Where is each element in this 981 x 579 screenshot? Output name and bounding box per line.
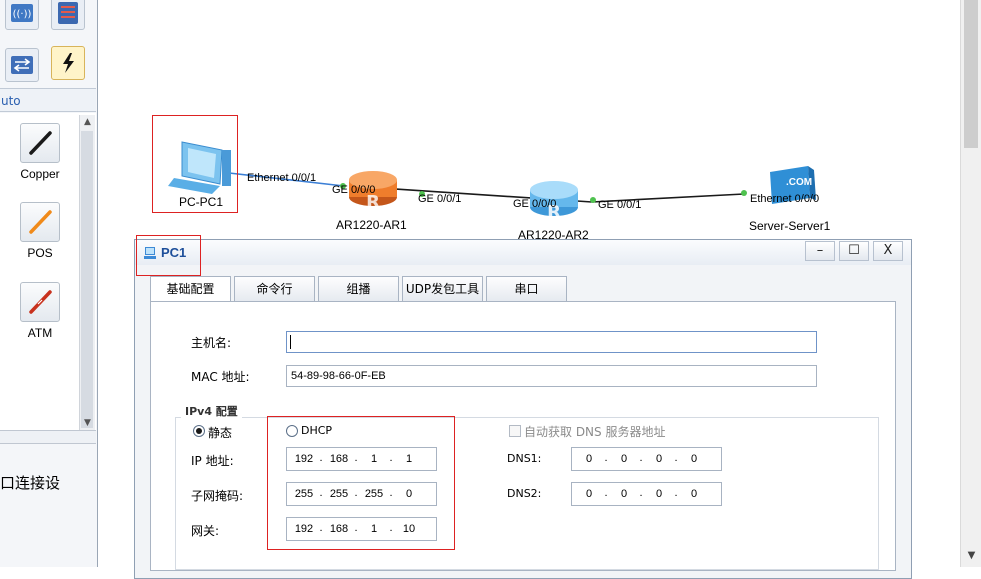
ip-octet: 0 [585,488,593,500]
ipv4-legend: IPv4 配置 [181,403,242,419]
hostname-input[interactable] [286,331,817,353]
ip-dot: . [604,452,608,464]
minimize-button[interactable]: – [805,241,835,261]
cable-label: Copper [20,167,60,181]
scroll-thumb[interactable] [81,131,93,428]
pc1-config-dialog: PC1 – ☐ X 基础配置 命令行 组播 UDP发包工具 串口 主机名: MA… [134,235,912,579]
switch-icon [11,56,33,74]
atm-cable-icon [20,282,60,322]
basic-config-panel: 主机名: MAC 地址: 54-89-98-66-0F-EB IPv4 配置 静… [150,301,896,571]
scroll-down-icon[interactable]: ▼ [80,416,95,430]
auto-dns-checkbox[interactable] [509,425,521,437]
switch-device-button[interactable] [5,48,39,82]
ip-octet: 0 [655,453,663,465]
static-radio[interactable] [193,425,205,437]
ip-octet: 0 [620,488,628,500]
port-label: GE 0/0/1 [418,193,462,205]
ip-dot: . [639,487,643,499]
ip-dot: . [674,487,678,499]
ip-octet: 0 [655,488,663,500]
cable-copper[interactable]: Copper [4,123,76,181]
close-button[interactable]: X [873,241,903,261]
cable-pos[interactable]: POS [4,202,76,260]
scroll-down-icon[interactable]: ▼ [961,550,981,561]
ip-octet: 0 [585,453,593,465]
pos-cable-icon [20,202,60,242]
device-label-server1: Server-Server1 [749,219,831,233]
panel-divider[interactable] [0,430,96,444]
ip-octet: 0 [690,488,698,500]
auto-dns-label: 自动获取 DNS 服务器地址 [524,425,666,439]
tab-serial[interactable]: 串口 [486,276,567,301]
port-label: GE 0/0/0 [513,198,557,210]
info-text: 口连接设 [0,474,61,492]
cable-tool-button[interactable] [51,46,85,80]
firewall-icon [58,2,78,24]
port-label: Ethernet 0/0/1 [247,172,317,184]
port-label: GE 0/0/0 [332,184,376,196]
port-label: Ethernet 0/0/0 [750,193,820,205]
highlight-box [267,416,455,550]
mac-label: MAC 地址: [191,370,250,384]
tab-multicast[interactable]: 组播 [318,276,399,301]
hostname-label: 主机名: [191,336,232,350]
text-caret [290,335,291,349]
highlight-box [136,235,201,276]
dns1-input[interactable]: 0. 0. 0. 0 [571,447,722,471]
maximize-button[interactable]: ☐ [839,241,869,261]
device-label-pc1: PC-PC1 [179,195,224,209]
lightning-icon [63,53,74,73]
svg-text:((·)): ((·)) [13,9,32,20]
server-badge: .COM [786,177,813,188]
cable-label: POS [27,246,53,260]
dialog-titlebar[interactable]: PC1 – ☐ X [135,240,911,265]
cable-label: ATM [27,326,53,340]
ip-dot: . [639,452,643,464]
cable-atm[interactable]: ATM [4,282,76,340]
static-label: 静态 [208,426,233,440]
device-label-ar1: AR1220-AR1 [336,218,407,232]
palette-scrollbar[interactable]: ▲ ▼ [79,115,95,430]
port-status-dot [741,190,747,196]
wireless-icon: ((·)) [11,4,33,22]
wireless-device-button[interactable]: ((·)) [5,0,39,30]
firewall-device-button[interactable] [51,0,85,30]
gateway-label: 网关: [191,524,220,538]
ip-label: IP 地址: [191,454,234,468]
device-palette: ((·)) uto Copper POS ATM ▲ ▼ 口连接设 [0,0,98,567]
scroll-thumb[interactable] [964,0,978,148]
ip-dot: . [604,487,608,499]
port-status-dot [590,197,596,203]
dns2-input[interactable]: 0. 0. 0. 0 [571,482,722,506]
ip-dot: . [674,452,678,464]
tab-command-line[interactable]: 命令行 [234,276,315,301]
dns1-label: DNS1: [507,452,542,465]
port-label: GE 0/0/1 [598,199,642,211]
auto-cable-bar[interactable]: uto [0,88,96,112]
ip-octet: 0 [690,453,698,465]
canvas-scrollbar[interactable]: ▼ [960,0,981,567]
mask-label: 子网掩码: [191,489,244,503]
mac-address-field[interactable]: 54-89-98-66-0F-EB [286,365,817,387]
scroll-up-icon[interactable]: ▲ [80,115,95,129]
ip-octet: 0 [620,453,628,465]
tab-basic-config[interactable]: 基础配置 [150,276,231,302]
tab-udp-tool[interactable]: UDP发包工具 [402,276,483,301]
copper-cable-icon [20,123,60,163]
dns2-label: DNS2: [507,487,542,500]
